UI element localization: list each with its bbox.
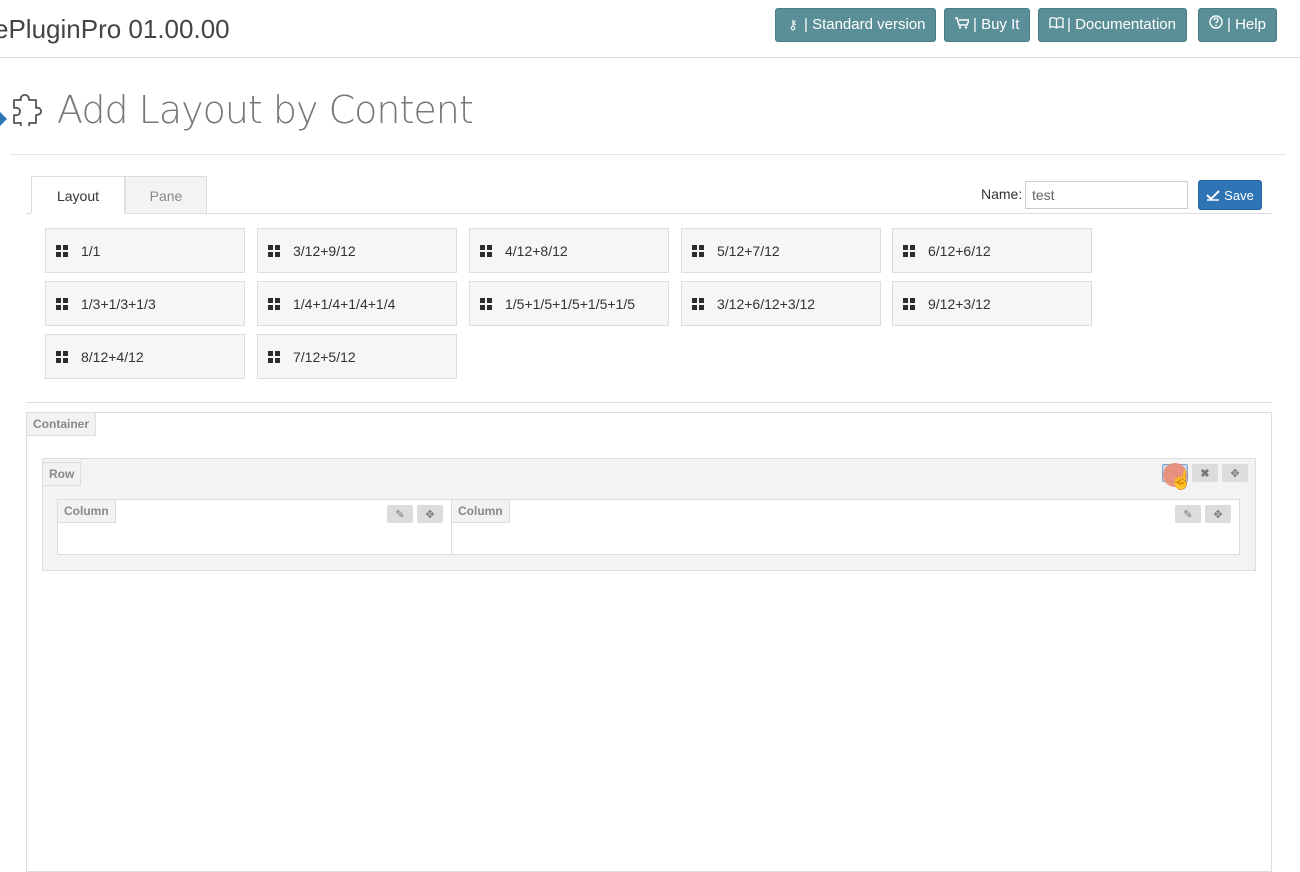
grid-icon xyxy=(480,297,492,310)
help-icon xyxy=(1209,9,1223,41)
grid-icon xyxy=(56,244,68,257)
preset-1-1[interactable]: 1/1 xyxy=(45,228,245,273)
preset-5-7[interactable]: 5/12+7/12 xyxy=(681,228,881,273)
grid-icon xyxy=(903,297,915,310)
preset-9-3[interactable]: 9/12+3/12 xyxy=(892,281,1092,326)
grid-icon xyxy=(268,244,280,257)
help-label: | Help xyxy=(1227,16,1266,33)
pencil-icon: ✎ xyxy=(1183,508,1193,521)
standard-version-label: | Standard version xyxy=(804,16,926,33)
row-tag: Row xyxy=(42,462,82,486)
column-1-move-button[interactable]: ✥ xyxy=(417,505,443,523)
preset-label: 6/12+6/12 xyxy=(928,242,991,259)
book-icon xyxy=(1049,9,1064,41)
preset-label: 5/12+7/12 xyxy=(717,242,780,259)
container-tag: Container xyxy=(26,412,97,436)
app-title: ePluginPro 01.00.00 xyxy=(0,14,230,44)
row-move-button[interactable]: ✥ xyxy=(1222,464,1248,482)
preset-label: 3/12+9/12 xyxy=(293,242,356,259)
hand-cursor-icon: ☝ xyxy=(1170,470,1193,490)
grid-icon xyxy=(480,244,492,257)
page-heading: Add Layout by Content xyxy=(0,82,1300,142)
preset-label: 1/3+1/3+1/3 xyxy=(81,295,156,312)
documentation-label: | Documentation xyxy=(1067,16,1176,33)
preset-3-9[interactable]: 3/12+9/12 xyxy=(257,228,457,273)
standard-version-button[interactable]: ⚷ | Standard version xyxy=(775,8,937,42)
page-title: Add Layout by Content xyxy=(57,88,474,132)
preset-label: 7/12+5/12 xyxy=(293,348,356,365)
documentation-button[interactable]: | Documentation xyxy=(1038,8,1187,42)
column-tag: Column xyxy=(57,499,116,523)
column-tag: Column xyxy=(451,499,510,523)
heading-divider xyxy=(10,154,1286,155)
puzzle-icon xyxy=(13,94,42,126)
layout-column-2[interactable] xyxy=(451,499,1240,555)
preset-3-6-3[interactable]: 3/12+6/12+3/12 xyxy=(681,281,881,326)
name-input[interactable] xyxy=(1025,181,1188,209)
grid-icon xyxy=(56,297,68,310)
preset-6-6[interactable]: 6/12+6/12 xyxy=(892,228,1092,273)
preset-label: 8/12+4/12 xyxy=(81,348,144,365)
row-delete-button[interactable]: ✖ xyxy=(1192,464,1218,482)
move-icon: ✥ xyxy=(1213,508,1223,521)
preset-label: 9/12+3/12 xyxy=(928,295,991,312)
buy-it-button[interactable]: | Buy It xyxy=(944,8,1031,42)
tab-layout[interactable]: Layout xyxy=(31,176,125,214)
caret-icon xyxy=(0,112,7,126)
top-header: ePluginPro 01.00.00 ⚷ | Standard version… xyxy=(0,0,1300,58)
save-label: Save xyxy=(1224,187,1254,203)
save-button[interactable]: Save xyxy=(1198,180,1262,210)
grid-icon xyxy=(268,350,280,363)
preset-4-8[interactable]: 4/12+8/12 xyxy=(469,228,669,273)
check-icon xyxy=(1206,190,1220,201)
cart-icon xyxy=(955,9,971,41)
presets-divider xyxy=(26,402,1272,403)
preset-label: 1/5+1/5+1/5+1/5+1/5 xyxy=(505,295,636,312)
preset-quarters[interactable]: 1/4+1/4+1/4+1/4 xyxy=(257,281,457,326)
column-2-edit-button[interactable]: ✎ xyxy=(1175,505,1201,523)
tab-pane[interactable]: Pane xyxy=(125,176,207,214)
grid-icon xyxy=(692,244,704,257)
help-button[interactable]: | Help xyxy=(1198,8,1277,42)
preset-label: 1/1 xyxy=(81,242,101,259)
preset-7-5[interactable]: 7/12+5/12 xyxy=(257,334,457,379)
move-icon: ✥ xyxy=(425,508,435,521)
preset-label: 3/12+6/12+3/12 xyxy=(717,295,816,312)
buy-it-label: | Buy It xyxy=(973,16,1020,33)
name-label: Name: xyxy=(981,186,1023,202)
move-icon: ✥ xyxy=(1230,467,1240,480)
grid-icon xyxy=(268,297,280,310)
column-2-move-button[interactable]: ✥ xyxy=(1205,505,1231,523)
key-icon: ⚷ xyxy=(788,17,798,32)
preset-label: 1/4+1/4+1/4+1/4 xyxy=(293,295,396,312)
pencil-icon: ✎ xyxy=(395,508,405,521)
preset-label: 4/12+8/12 xyxy=(505,242,568,259)
column-1-edit-button[interactable]: ✎ xyxy=(387,505,413,523)
grid-icon xyxy=(56,350,68,363)
preset-fifths[interactable]: 1/5+1/5+1/5+1/5+1/5 xyxy=(469,281,669,326)
grid-icon xyxy=(903,244,915,257)
grid-icon xyxy=(692,297,704,310)
preset-thirds[interactable]: 1/3+1/3+1/3 xyxy=(45,281,245,326)
preset-8-4[interactable]: 8/12+4/12 xyxy=(45,334,245,379)
close-icon: ✖ xyxy=(1200,467,1210,480)
